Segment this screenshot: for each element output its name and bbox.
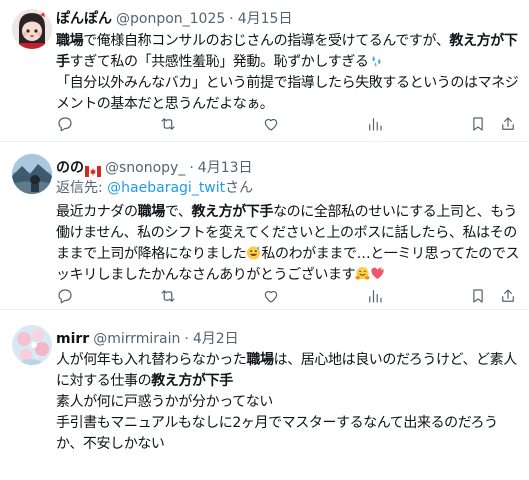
tweet-feed: ぽんぽん @ponpon_1025 · 4月15日 職場で俺様自称コンサルのおじ… (0, 0, 529, 480)
tweet-text: 最近カナダの職場で、教え方が下手なのに全部私のせいにする上司と、もう働けません、… (56, 202, 520, 286)
text-segment: メントの基本だと思うんだよなぁ。 (56, 96, 274, 112)
reply-icon[interactable] (56, 287, 76, 307)
separator-dot: · (189, 160, 194, 176)
sparkling-heart-icon (370, 266, 385, 281)
highlighted-term: 教え方が下手 (151, 373, 233, 389)
tweet-text-line: 「自分以外みんなバカ」という前提で指導したら失敗するというのはマネジ (56, 73, 519, 94)
text-segment: ッキリしましたかんなさんありがとうございます (56, 267, 356, 283)
tweet-text: 人が何年も入れ替わらなかった職場は、居心地は良いのだろうけど、ど素人 に対する仕事… (56, 350, 518, 455)
user-handle[interactable]: @ponpon_1025 (116, 9, 225, 29)
reply-context: 返信先: @haebaragi_twitさん (56, 179, 253, 198)
hugging-face-icon (355, 266, 370, 281)
reply-suffix: さん (225, 180, 254, 196)
retweet-icon[interactable] (159, 287, 179, 307)
action-bar (56, 287, 516, 307)
tweet-text-line: 手引書もマニュアルもなしに2ヶ月でマスターするなんて出来るのだろう (56, 413, 518, 434)
reply-icon[interactable] (56, 115, 76, 135)
tweet-2[interactable]: のの @snonopy_ · 4月13日 返信先: @haebaragi_twi… (0, 142, 529, 310)
tweet-text-line: 働けません、私のシフトを変えてくださいと上のボスに話したら、私はその (56, 223, 518, 244)
tweet-3[interactable]: mirr @mirrmirain · 4月2日 人が何年も入れ替わらなかった職場… (0, 310, 529, 480)
tweet-text-line: に対する仕事の教え方が下手 (56, 371, 518, 392)
highlighted-term: 職場 (246, 352, 274, 368)
highlighted-term: 教え方が下手 (191, 204, 274, 220)
tweet-header: mirr @mirrmirain · 4月2日 (56, 329, 239, 349)
tweet-header: のの @snonopy_ · 4月13日 (56, 158, 253, 178)
tweet-text-line: ままで上司が降格になりました 私のわがままで…と一ミリ思ってたのでス (56, 244, 520, 265)
tweet-text-line: ッキリしましたかんなさんありがとうございます (56, 265, 518, 286)
tweet-date[interactable]: 4月2日 (193, 329, 239, 349)
text-segment: 人が何年も入れ替わらなかった (56, 352, 247, 368)
user-handle[interactable]: @mirrmirain (93, 329, 180, 349)
share-icon[interactable] (499, 287, 519, 307)
text-segment: 手引書もマニュアルもなしに2ヶ月でマスターするなんて出来るのだろう (56, 415, 498, 431)
avatar[interactable] (12, 325, 52, 365)
tweet-date[interactable]: 4月15日 (238, 9, 293, 29)
tweet-text-line: 職場で俺様自称コンサルのおじさんの指導を受けてるんですが、教え方が下 (56, 31, 518, 52)
grinning-sweat-icon (246, 245, 261, 260)
text-segment: すぎて私の「共感性羞恥」発動。恥ずかしすぎる (69, 54, 369, 70)
display-name[interactable]: ぽんぽん (56, 9, 112, 29)
sweat-droplets-icon (369, 53, 384, 68)
text-segment: に対する仕事の (56, 373, 152, 389)
views-icon[interactable] (366, 115, 386, 135)
text-segment: ままで上司が降格になりました (56, 246, 247, 262)
display-name[interactable]: mirr (56, 329, 89, 349)
retweet-icon[interactable] (159, 115, 179, 135)
text-segment: 素人が何に戸惑うかが分かってない (56, 394, 273, 410)
highlighted-term: 手 (56, 54, 70, 70)
text-segment: は、居心地は良いのだろうけど、ど素人 (273, 352, 518, 368)
action-bar (56, 115, 516, 135)
text-segment: 「自分以外みんなバカ」という前提で指導したら失敗するというのはマネジ (56, 75, 519, 91)
reply-prefix: 返信先: (56, 180, 108, 196)
tweet-1[interactable]: ぽんぽん @ponpon_1025 · 4月15日 職場で俺様自称コンサルのおじ… (0, 0, 529, 142)
bookmark-icon[interactable] (469, 287, 489, 307)
avatar[interactable] (12, 154, 52, 194)
highlighted-term: 職場 (137, 204, 166, 220)
display-name[interactable]: のの (56, 158, 84, 178)
separator-dot: · (184, 331, 189, 347)
reply-mention-link[interactable]: @haebaragi_twit (107, 180, 225, 196)
avatar-image (12, 154, 52, 194)
text-segment: か、不安しかない (56, 436, 165, 452)
tweet-text-line: 素人が何に戸惑うかが分かってない (56, 392, 518, 413)
bookmark-icon[interactable] (469, 115, 489, 135)
views-icon[interactable] (366, 287, 386, 307)
tweet-text-line: 手すぎて私の「共感性羞恥」発動。恥ずかしすぎる (56, 52, 518, 73)
tweet-text-line: メントの基本だと思うんだよなぁ。 (56, 94, 518, 115)
avatar-image (12, 325, 52, 365)
canada-flag-icon (85, 163, 101, 177)
tweet-text-line: 人が何年も入れ替わらなかった職場は、居心地は良いのだろうけど、ど素人 (56, 350, 518, 371)
text-segment: 私のわがままで…と一ミリ思ってたのでス (261, 246, 520, 262)
tweet-date[interactable]: 4月13日 (198, 158, 253, 178)
user-handle[interactable]: @snonopy_ (105, 158, 185, 178)
separator-dot: · (229, 11, 234, 27)
avatar-image (12, 9, 52, 49)
avatar[interactable] (12, 9, 52, 49)
tweet-text: 職場で俺様自称コンサルのおじさんの指導を受けてるんですが、教え方が下 手すぎて私の… (56, 31, 519, 115)
text-segment: 最近カナダの (56, 204, 138, 220)
text-segment: で俺様自称コンサルのおじさんの指導を受けてるんですが、 (83, 33, 450, 49)
like-icon[interactable] (262, 115, 282, 135)
text-segment: なのに全部私のせいにする上司と、もう (273, 204, 518, 220)
highlighted-term: 教え方が下 (449, 33, 518, 49)
tweet-text-line: か、不安しかない (56, 434, 518, 455)
tweet-header: ぽんぽん @ponpon_1025 · 4月15日 (56, 9, 292, 29)
text-segment: 働けません、私のシフトを変えてくださいと上のボスに話したら、私はその (56, 225, 517, 241)
like-icon[interactable] (262, 287, 282, 307)
tweet-text-line: 最近カナダの職場で、教え方が下手なのに全部私のせいにする上司と、もう (56, 202, 518, 223)
highlighted-term: 職場 (56, 33, 84, 49)
text-segment: で、 (164, 204, 192, 220)
share-icon[interactable] (499, 115, 519, 135)
